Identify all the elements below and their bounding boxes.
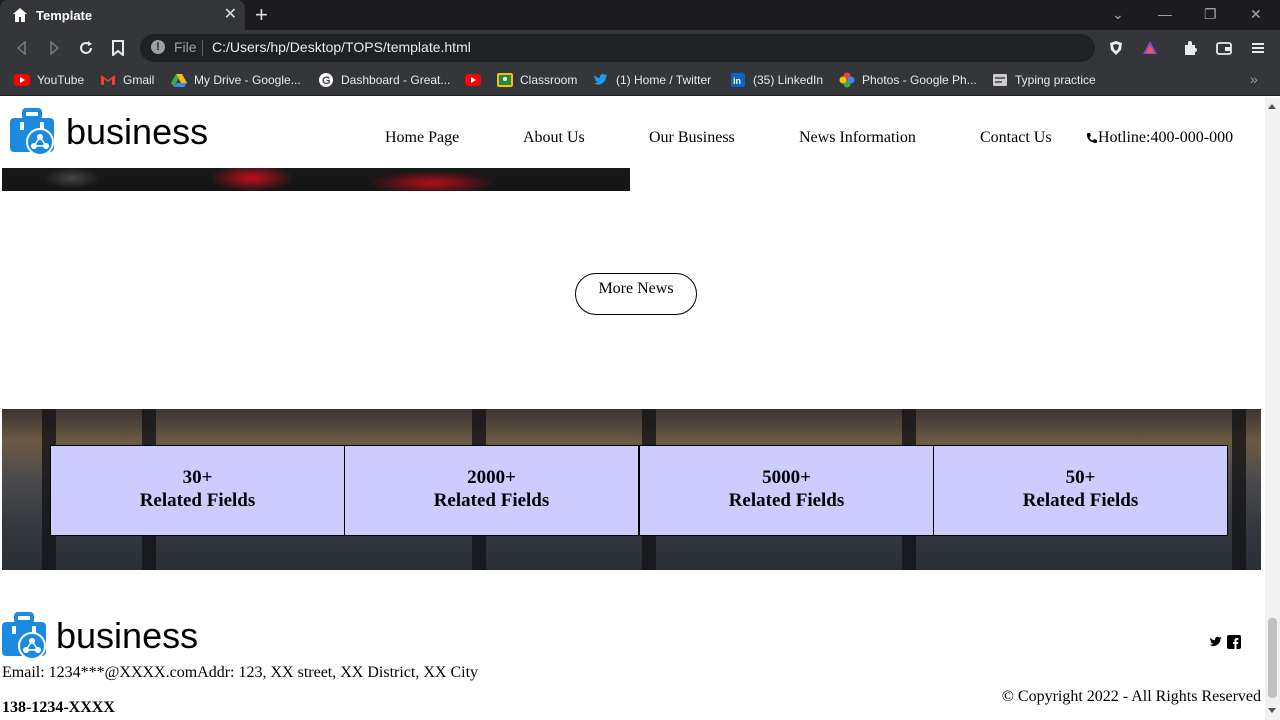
bookmark-label: Classroom xyxy=(520,73,578,87)
briefcase-logo-icon xyxy=(2,612,46,660)
facebook-icon[interactable] xyxy=(1227,635,1241,649)
url-divider xyxy=(202,40,203,56)
page-scrollbar[interactable] xyxy=(1265,98,1280,720)
bookmark-google-photos[interactable]: Photos - Google Ph... xyxy=(839,72,977,88)
reload-icon xyxy=(80,41,92,54)
more-news-button[interactable]: More News xyxy=(575,273,697,315)
footer-contact: Email: 1234***@XXXX.comAddr: 123, XX str… xyxy=(2,664,479,681)
youtube-icon xyxy=(465,72,481,88)
stat-label: Related Fields xyxy=(728,490,845,511)
brand-name: business xyxy=(66,111,209,152)
stat-card: 2000+ Related Fields xyxy=(344,445,639,536)
bookmark-label: (1) Home / Twitter xyxy=(616,73,712,87)
url-scheme: File xyxy=(174,39,197,55)
stat-card: 30+ Related Fields xyxy=(50,445,345,536)
nav-contact[interactable]: Contact Us xyxy=(980,129,1052,147)
footer-logo[interactable]: business xyxy=(0,612,198,660)
nav-about[interactable]: About Us xyxy=(523,129,585,147)
menu-icon[interactable] xyxy=(1250,40,1266,56)
google-drive-icon xyxy=(171,72,187,88)
page-viewport: business Home Page About Us Our Business… xyxy=(0,98,1280,720)
bookmark-twitter[interactable]: (1) Home / Twitter xyxy=(593,72,711,88)
google-photos-icon xyxy=(839,72,855,88)
close-window-button[interactable]: ✕ xyxy=(1250,6,1262,23)
browser-tab-bar: Template ✕ + ⌄ — ❐ ✕ xyxy=(0,0,1280,30)
stat-value: 2000+ xyxy=(467,467,516,488)
bookmark-label: Typing practice xyxy=(1015,73,1096,87)
tab-title: Template xyxy=(36,7,93,23)
bookmark-linkedin[interactable]: in (35) LinkedIn xyxy=(730,72,823,88)
window-pillar xyxy=(1232,409,1246,570)
bookmark-classroom[interactable]: Classroom xyxy=(497,72,577,88)
bookmark-gmail[interactable]: Gmail xyxy=(100,72,154,88)
brave-shield-icon[interactable] xyxy=(1108,40,1124,56)
url-text[interactable]: C:/Users/hp/Desktop/TOPS/template.html xyxy=(212,39,471,55)
scroll-down-arrow-icon[interactable] xyxy=(1268,708,1276,713)
stat-value: 5000+ xyxy=(762,467,811,488)
restore-button[interactable]: ❐ xyxy=(1204,6,1217,23)
gmail-icon xyxy=(100,72,116,88)
bookmark-label: YouTube xyxy=(37,73,85,87)
hotline-text: Hotline:400-000-000 xyxy=(1098,129,1234,146)
scrollbar-thumb[interactable] xyxy=(1268,618,1277,698)
nav-home[interactable]: Home Page xyxy=(385,129,459,147)
bookmark-icon xyxy=(112,40,124,56)
bookmark-youtube-2[interactable] xyxy=(465,72,488,88)
phone-icon xyxy=(1087,133,1097,143)
typing-icon xyxy=(992,72,1008,88)
bookmark-label: My Drive - Google... xyxy=(194,73,301,87)
reload-button[interactable] xyxy=(76,38,96,58)
tab-close-icon[interactable]: ✕ xyxy=(224,6,237,24)
footer-brand-name: business xyxy=(56,615,199,656)
stat-value: 30+ xyxy=(182,467,213,488)
nav-our-business[interactable]: Our Business xyxy=(649,129,735,147)
bookmark-dashboard[interactable]: G Dashboard - Great... xyxy=(318,72,450,88)
stats-section: 30+ Related Fields 2000+ Related Fields … xyxy=(2,409,1261,570)
twitter-icon xyxy=(593,72,609,88)
footer-phone: 138-1234-XXXX xyxy=(2,699,115,716)
forward-button[interactable] xyxy=(44,38,64,58)
bookmark-button[interactable] xyxy=(108,38,128,58)
new-tab-button[interactable]: + xyxy=(255,4,268,26)
nav-news[interactable]: News Information xyxy=(799,129,916,147)
bookmarks-overflow-icon[interactable]: » xyxy=(1250,71,1258,87)
site-header: business Home Page About Us Our Business… xyxy=(0,98,1265,168)
stat-label: Related Fields xyxy=(139,490,256,511)
back-icon xyxy=(16,41,26,55)
bookmark-label: (35) LinkedIn xyxy=(753,73,824,87)
bookmark-youtube[interactable]: YouTube xyxy=(14,72,84,88)
extensions-icon[interactable] xyxy=(1182,40,1198,56)
stat-card: 50+ Related Fields xyxy=(933,445,1228,536)
scroll-up-arrow-icon[interactable] xyxy=(1268,104,1276,109)
classroom-icon xyxy=(497,72,513,88)
bookmark-typing-practice[interactable]: Typing practice xyxy=(992,72,1096,88)
svg-text:in: in xyxy=(733,76,741,86)
brave-rewards-icon[interactable] xyxy=(1142,40,1158,56)
copyright-text: © Copyright 2022 - All Rights Reserved xyxy=(1001,688,1261,705)
wallet-icon[interactable] xyxy=(1216,40,1232,56)
stat-value: 50+ xyxy=(1065,467,1096,488)
info-icon[interactable]: ! xyxy=(151,40,165,54)
linkedin-icon: in xyxy=(730,72,746,88)
site-logo[interactable]: business xyxy=(8,108,208,156)
minimize-button[interactable]: — xyxy=(1158,6,1172,22)
back-button[interactable] xyxy=(12,38,32,58)
bookmark-my-drive[interactable]: My Drive - Google... xyxy=(171,72,301,88)
stat-card: 5000+ Related Fields xyxy=(639,445,934,536)
tab-search-icon[interactable]: ⌄ xyxy=(1112,6,1124,23)
stat-label: Related Fields xyxy=(1022,490,1139,511)
browser-tab[interactable]: Template ✕ xyxy=(0,0,245,30)
briefcase-logo-icon xyxy=(10,108,54,156)
youtube-icon xyxy=(14,72,30,88)
google-icon: G xyxy=(318,72,334,88)
stat-label: Related Fields xyxy=(433,490,550,511)
home-icon xyxy=(13,8,27,22)
twitter-icon[interactable] xyxy=(1209,635,1223,649)
forward-icon xyxy=(50,41,60,55)
bookmark-label: Gmail xyxy=(123,73,155,87)
hotline: Hotline:400-000-000 xyxy=(1086,129,1233,147)
svg-text:G: G xyxy=(322,75,331,87)
bookmark-label: Photos - Google Ph... xyxy=(862,73,977,87)
bookmark-label: Dashboard - Great... xyxy=(341,73,451,87)
